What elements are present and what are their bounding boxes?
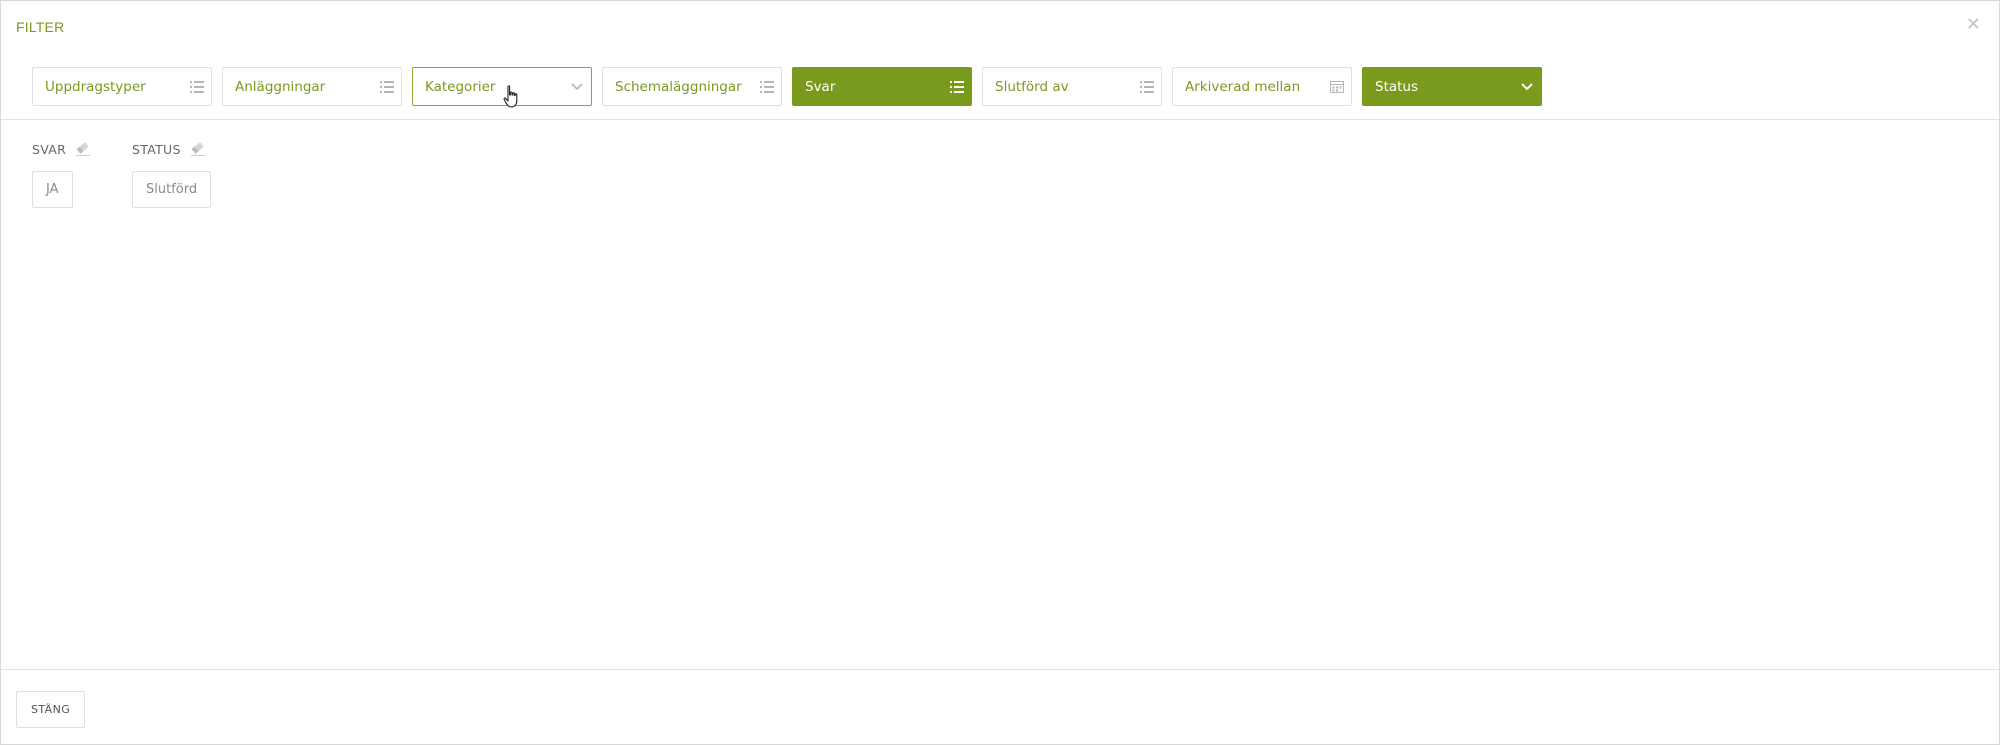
close-button[interactable]: STÄNG [16,691,86,728]
active-filters-area: SVAR JA STATUS Slutförd [1,121,1999,669]
filter-label: Kategorier [425,78,496,95]
chevron-down-icon [1513,68,1541,105]
modal-footer: STÄNG [1,669,1999,745]
filter-slutford-av[interactable]: Slutförd av [982,67,1162,106]
filter-label: Slutförd av [995,78,1069,95]
filter-anlaggningar[interactable]: Anläggningar [222,67,402,106]
chevron-down-icon [563,68,591,105]
filter-uppdragstyper[interactable]: Uppdragstyper [32,67,212,106]
active-filter-value: Slutförd [132,171,212,208]
active-filter-label: SVAR [32,141,67,157]
filter-label: Arkiverad mellan [1185,78,1301,95]
list-icon [373,68,401,105]
modal-title: FILTER [16,19,65,35]
filter-status[interactable]: Status [1362,67,1542,106]
filter-label: Anläggningar [235,78,326,95]
active-filter-value: JA [32,171,73,208]
active-filter-svar: SVAR JA [32,139,92,208]
filter-label: Status [1375,78,1419,95]
list-icon [183,68,211,105]
close-icon[interactable]: ✕ [1966,15,1981,33]
list-icon [943,68,971,105]
modal-header: FILTER ✕ [1,1,1999,51]
filter-kategorier[interactable]: Kategorier [412,67,592,106]
active-filter-label: STATUS [132,141,181,157]
filter-schemalaggningar[interactable]: Schemaläggningar [602,67,782,106]
eraser-icon[interactable] [74,141,92,157]
list-icon [753,68,781,105]
filter-toolbar: Uppdragstyper Anläggningar Kategorier Sc… [1,52,1999,120]
filter-label: Schemaläggningar [615,78,742,95]
active-filter-status: STATUS Slutförd [132,139,212,208]
eraser-icon[interactable] [189,141,207,157]
filter-svar[interactable]: Svar [792,67,972,106]
filter-modal: FILTER ✕ Uppdragstyper Anläggningar Kate… [0,0,2000,745]
filter-arkiverad-mellan[interactable]: Arkiverad mellan [1172,67,1352,106]
filter-label: Svar [805,78,836,95]
filter-label: Uppdragstyper [45,78,146,95]
calendar-icon [1323,68,1351,105]
list-icon [1133,68,1161,105]
